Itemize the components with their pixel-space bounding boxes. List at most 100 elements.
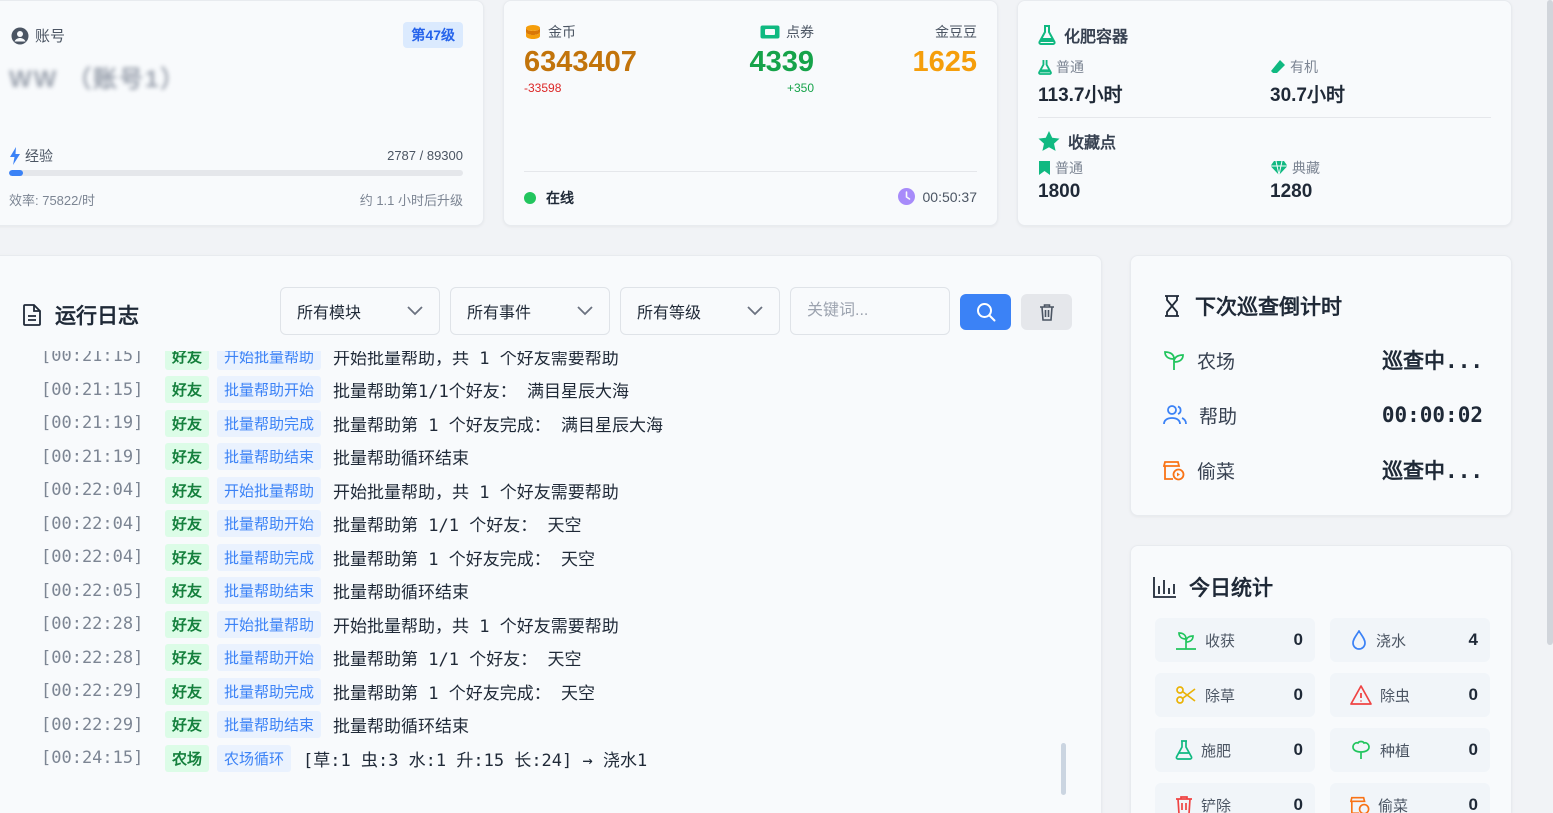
stats-title: 今日统计	[1189, 577, 1273, 600]
search-button[interactable]	[960, 294, 1011, 330]
clear-logs-button[interactable]	[1021, 294, 1072, 330]
beans-column: 金豆豆 1625	[912, 22, 977, 79]
user-circle-icon	[11, 27, 29, 45]
trash-icon	[1175, 795, 1193, 813]
log-time: [00:21:15]	[41, 379, 144, 400]
beans-label: 金豆豆	[935, 24, 977, 40]
log-row: [00:22:04] 好友 批量帮助完成 批量帮助第 1 个好友完成： 天空	[17, 542, 595, 572]
stat-plant: 种植 0	[1330, 728, 1490, 772]
stat-plant-value: 0	[1468, 740, 1478, 759]
online-status: 在线	[524, 188, 574, 208]
lightning-icon	[9, 147, 21, 165]
coupon-label: 点券	[786, 24, 814, 40]
search-icon	[976, 302, 996, 322]
account-card: 账号 第47级 WW （账号1） 经验 2787 / 89300 效率: 758…	[0, 0, 484, 226]
stats-title-row: 今日统计	[1153, 572, 1273, 602]
keyword-search-input[interactable]	[790, 287, 950, 335]
coupon-column: 点券 4339 +350	[742, 22, 814, 95]
countdown-steal-value: 巡查中...	[1382, 459, 1483, 483]
account-name: WW （账号1）	[9, 66, 187, 93]
harvest-sprout-icon	[1175, 630, 1197, 650]
exp-label: 经验	[25, 148, 53, 164]
log-event-tag: 开始批量帮助	[217, 610, 322, 638]
stat-weed: 除草 0	[1155, 673, 1315, 717]
online-status-text: 在线	[546, 190, 574, 206]
module-filter-select[interactable]: 所有模块	[280, 287, 440, 335]
log-module-tag: 好友	[165, 351, 210, 370]
log-row: [00:21:19] 好友 批量帮助结束 批量帮助循环结束	[17, 442, 469, 472]
log-row: [00:24:15] 农场 农场循环 [草:1 虫:3 水:1 升:15 长:24] …	[17, 743, 647, 773]
level-badge: 第47级	[403, 22, 463, 48]
stat-steal-label: 偷菜	[1378, 797, 1409, 813]
log-row: [00:22:29] 好友 批量帮助结束 批量帮助循环结束	[17, 710, 469, 740]
log-event-tag: 批量帮助结束	[217, 443, 322, 470]
log-time: [00:22:04]	[41, 513, 144, 534]
countdown-farm-label: 农场	[1197, 351, 1236, 373]
log-event-tag: 开始批量帮助	[217, 476, 322, 504]
collect-normal-label: 普通	[1055, 160, 1083, 176]
gold-column: 金币 6343407 -33598	[524, 22, 637, 95]
exp-progress-bar	[9, 170, 463, 176]
log-row: [00:21:15] 好友 开始批量帮助 开始批量帮助，共 1 个好友需要帮助	[17, 351, 619, 371]
log-module-tag: 好友	[165, 443, 210, 470]
log-module-tag: 好友	[165, 376, 210, 403]
stat-plant-label: 种植	[1380, 742, 1411, 760]
document-icon	[23, 304, 41, 326]
exp-value: 2787 / 89300	[387, 148, 463, 163]
log-card: 运行日志 所有模块 所有事件 所有等级 [00:21:15]好友开始批量帮助开始…	[0, 255, 1102, 813]
flask-small-icon	[1038, 59, 1052, 75]
stat-water: 浇水 4	[1330, 618, 1490, 662]
log-module-tag: 好友	[165, 644, 210, 671]
stat-steal-value: 0	[1468, 795, 1478, 813]
log-module-tag: 好友	[165, 510, 210, 537]
steal-basket-icon	[1163, 459, 1185, 481]
level-filter-select[interactable]: 所有等级	[620, 287, 780, 335]
bar-chart-icon	[1153, 576, 1177, 598]
stat-bug-value: 0	[1468, 685, 1478, 704]
stat-bug: 除虫 0	[1330, 673, 1490, 717]
warning-triangle-icon	[1350, 685, 1372, 705]
log-message: 开始批量帮助，共 1 个好友需要帮助	[333, 351, 619, 369]
account-label-row: 账号	[11, 25, 65, 46]
stat-harvest-label: 收获	[1205, 632, 1236, 650]
log-scrollbar[interactable]	[1061, 743, 1066, 795]
collect-normal-value: 1800	[1038, 181, 1081, 202]
scissors-icon	[1175, 685, 1197, 705]
stat-weed-value: 0	[1293, 685, 1303, 704]
chevron-down-icon	[407, 306, 423, 316]
log-message: 批量帮助循环结束	[333, 583, 470, 603]
countdown-steal-label: 偷菜	[1197, 461, 1236, 483]
uptime: 00:50:37	[897, 188, 977, 205]
log-message: 批量帮助第 1 个好友完成： 天空	[333, 683, 595, 704]
countdown-help-row: 帮助 00:00:02	[1163, 400, 1483, 430]
log-time: [00:21:19]	[41, 413, 144, 433]
fertilizer-divider	[1038, 117, 1491, 118]
collect-title-row: 收藏点	[1038, 129, 1116, 153]
log-event-tag: 批量帮助开始	[217, 510, 322, 537]
page-scrollbar[interactable]	[1547, 0, 1553, 645]
log-message: 批量帮助第 1/1 个好友： 天空	[333, 650, 582, 670]
log-module-tag: 好友	[165, 711, 210, 738]
countdown-title-row: 下次巡查倒计时	[1163, 291, 1342, 321]
log-module-tag: 好友	[165, 677, 210, 705]
coupon-value: 4339	[749, 46, 814, 78]
log-list[interactable]: [00:21:15] 好友 开始批量帮助 开始批量帮助，共 1 个好友需要帮助 [00:…	[17, 351, 1067, 796]
log-time: [00:22:05]	[41, 580, 144, 601]
steal-basket-icon	[1350, 795, 1370, 813]
log-time: [00:22:04]	[41, 480, 144, 500]
log-time: [00:22:28]	[41, 614, 144, 634]
countdown-card: 下次巡查倒计时 农场 巡查中... 帮助 00:00:02 偷菜 巡查中...	[1130, 255, 1512, 516]
event-filter-select[interactable]: 所有事件	[450, 287, 610, 335]
log-message: [草:1 虫:3 水:1 升:15 长:24] → 浇水1	[303, 750, 648, 771]
countdown-farm-value: 巡查中...	[1382, 349, 1483, 373]
account-label: 账号	[35, 28, 66, 45]
log-message: 批量帮助第1/1个好友： 满目星辰大海	[333, 382, 629, 402]
bookmark-icon	[1038, 160, 1051, 176]
star-icon	[1038, 130, 1060, 152]
log-event-tag: 农场循环	[217, 744, 292, 772]
log-event-tag: 批量帮助完成	[217, 677, 322, 705]
ticket-icon	[760, 25, 780, 39]
log-module-tag: 农场	[165, 744, 210, 772]
log-module-tag: 好友	[165, 577, 210, 604]
log-event-tag: 批量帮助结束	[217, 577, 322, 604]
